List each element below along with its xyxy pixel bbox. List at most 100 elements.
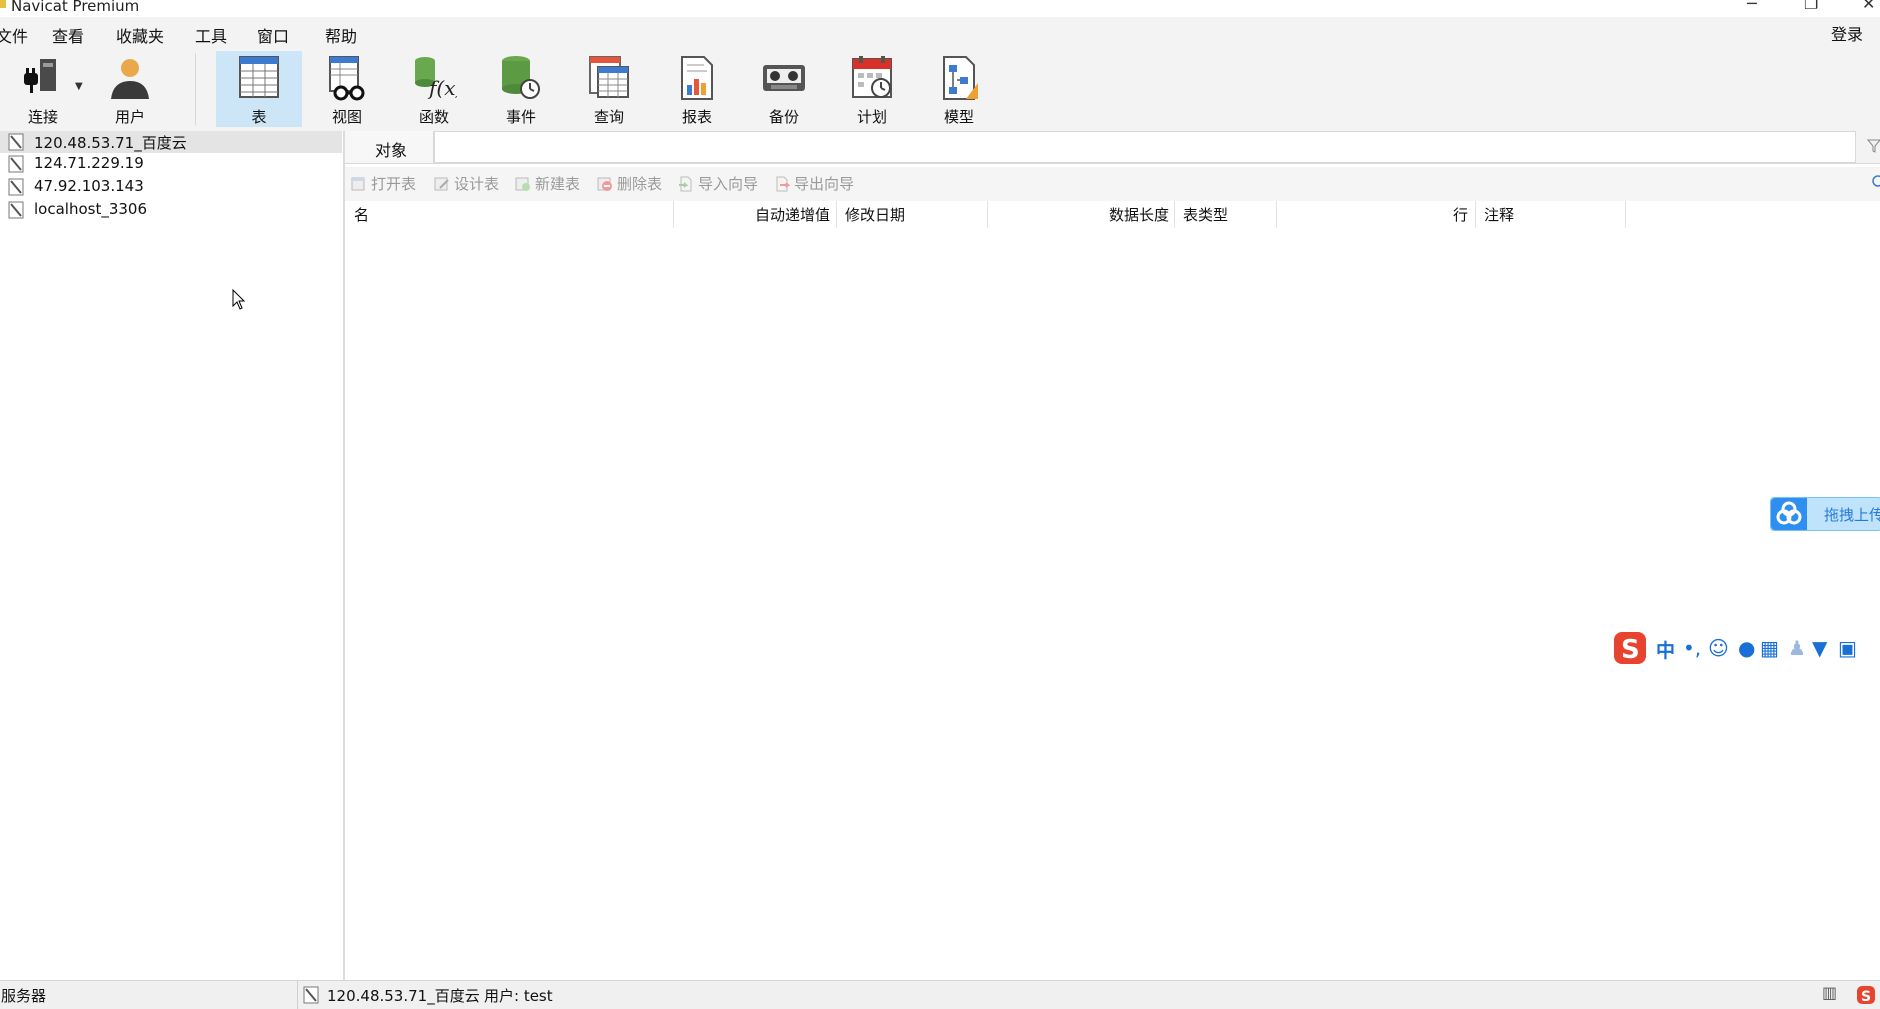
punctuation-icon[interactable]: •,: [1683, 636, 1701, 660]
minimize-button[interactable]: ─: [1747, 0, 1757, 13]
toolbar-connect-button[interactable]: 连接: [0, 51, 86, 127]
connection-label: 120.48.53.71_百度云: [34, 134, 187, 152]
restore-button[interactable]: ❐: [1804, 0, 1818, 13]
grid-view-icon[interactable]: ▥: [1822, 983, 1837, 1002]
login-button[interactable]: 登录: [1831, 21, 1863, 45]
status-server-label: 服务器: [1, 987, 47, 1005]
export-wizard-label: 导出向导: [794, 175, 855, 193]
toolbar-user-button[interactable]: 用户: [87, 51, 173, 127]
tab-object[interactable]: 对象: [345, 131, 434, 163]
filter-icon[interactable]: [1867, 138, 1880, 154]
toolbar-function-label: 函数: [418, 108, 449, 126]
import-icon: [679, 176, 692, 192]
new-table-button[interactable]: 新建表: [515, 173, 580, 194]
close-button[interactable]: ✕: [1862, 0, 1875, 13]
toolbar-view-button[interactable]: 视图: [304, 51, 390, 127]
menu-help[interactable]: 帮助: [325, 23, 357, 47]
toolbar-function-button[interactable]: f(x) 函数: [391, 51, 477, 127]
microphone-icon[interactable]: ●: [1738, 636, 1755, 660]
new-table-label: 新建表: [535, 175, 581, 193]
column-header-table-type[interactable]: 表类型: [1183, 204, 1228, 225]
import-wizard-button[interactable]: 导入向导: [678, 173, 758, 194]
connection-icon: [8, 201, 24, 219]
column-divider[interactable]: [1625, 201, 1626, 228]
export-wizard-button[interactable]: 导出向导: [774, 173, 854, 194]
connection-item[interactable]: localhost_3306: [0, 199, 342, 221]
column-divider[interactable]: [1276, 201, 1277, 228]
menu-tools[interactable]: 工具: [195, 23, 227, 47]
toolbar-backup-button[interactable]: 备份: [741, 51, 827, 127]
connection-label: 124.71.229.19: [34, 154, 144, 172]
delete-table-button[interactable]: 删除表: [597, 173, 662, 194]
backup-icon: [763, 65, 805, 91]
toolbar-separator: [195, 53, 196, 125]
toolbox-icon[interactable]: ▣: [1838, 636, 1857, 660]
toolbar-table-button[interactable]: 表: [216, 51, 302, 127]
connection-item[interactable]: 120.48.53.71_百度云: [0, 131, 342, 153]
connection-item[interactable]: 47.92.103.143: [0, 176, 342, 198]
model-icon: [943, 56, 978, 100]
connection-icon: [8, 155, 24, 173]
sogou-tray-icon[interactable]: S: [1856, 985, 1876, 1005]
toolbar-report-label: 报表: [681, 108, 712, 126]
mouse-cursor-icon: [232, 289, 246, 310]
connection-icon: [8, 133, 24, 151]
table-icon: [239, 56, 279, 98]
column-header-data-length[interactable]: 数据长度: [1109, 204, 1169, 225]
menu-file[interactable]: 文件: [0, 23, 28, 47]
column-divider[interactable]: [1475, 201, 1476, 228]
svg-text:S: S: [1621, 635, 1640, 665]
chevron-down-icon[interactable]: ▼: [75, 81, 83, 92]
column-divider[interactable]: [673, 201, 674, 228]
column-divider[interactable]: [987, 201, 988, 228]
delete-table-icon: [597, 177, 612, 191]
toolbar-query-button[interactable]: 查询: [566, 51, 652, 127]
status-user: 用户: test: [484, 987, 553, 1005]
skin-icon[interactable]: ▼: [1812, 636, 1827, 660]
schedule-icon: [852, 56, 892, 98]
main-toolbar: 连接 ▼ 用户 表 视图 f(x) 函数: [0, 47, 1880, 132]
column-header-comment[interactable]: 注释: [1484, 204, 1514, 225]
menu-window[interactable]: 窗口: [257, 23, 289, 47]
toolbar-view-label: 视图: [331, 108, 362, 126]
design-table-label: 设计表: [454, 175, 500, 193]
column-header-rows[interactable]: 行: [1453, 204, 1468, 225]
user-account-icon[interactable]: ♟: [1788, 636, 1806, 660]
connection-icon: [8, 178, 24, 196]
column-divider[interactable]: [1174, 201, 1175, 228]
object-action-bar: 打开表 设计表 新建表 删除表 导入向导 导出向导: [345, 167, 1880, 201]
column-header-modified-date[interactable]: 修改日期: [845, 204, 905, 225]
tab-strip-area: [434, 131, 1856, 163]
cloud-upload-label: 拖拽上传: [1824, 506, 1880, 524]
menu-view[interactable]: 查看: [52, 23, 84, 47]
cloud-icon: [1771, 498, 1807, 530]
connection-item[interactable]: 124.71.229.19: [0, 153, 342, 175]
new-table-icon: [515, 177, 530, 191]
keyboard-icon[interactable]: ▦: [1760, 636, 1779, 660]
emoji-icon[interactable]: ☺: [1708, 636, 1729, 660]
menu-bar: 文件 查看 收藏夹 工具 窗口 帮助 登录: [0, 17, 1880, 47]
design-table-button[interactable]: 设计表: [434, 173, 499, 194]
column-header-auto-increment[interactable]: 自动递增值: [755, 204, 830, 225]
toolbar-report-button[interactable]: 报表: [654, 51, 740, 127]
toolbar-backup-label: 备份: [768, 108, 799, 126]
column-header-name[interactable]: 名: [354, 204, 369, 225]
view-icon: [329, 56, 365, 101]
user-icon: [111, 59, 149, 99]
delete-table-label: 删除表: [617, 175, 663, 193]
toolbar-schedule-button[interactable]: 计划: [829, 51, 915, 127]
object-tab-bar: 对象: [345, 131, 1880, 164]
toolbar-model-button[interactable]: 模型: [916, 51, 1002, 127]
ime-mode-toggle[interactable]: 中: [1656, 636, 1675, 663]
toolbar-event-button[interactable]: 事件: [478, 51, 564, 127]
search-icon[interactable]: [1870, 174, 1880, 190]
open-table-button[interactable]: 打开表: [351, 173, 416, 194]
query-icon: [589, 56, 629, 98]
cloud-upload-button[interactable]: 拖拽上传: [1770, 497, 1880, 531]
toolbar-model-label: 模型: [943, 108, 974, 126]
connection-label: localhost_3306: [34, 200, 148, 218]
status-divider: [297, 981, 298, 1009]
sogou-logo-icon[interactable]: S: [1612, 630, 1648, 666]
menu-favorites[interactable]: 收藏夹: [116, 23, 164, 47]
column-divider[interactable]: [836, 201, 837, 228]
